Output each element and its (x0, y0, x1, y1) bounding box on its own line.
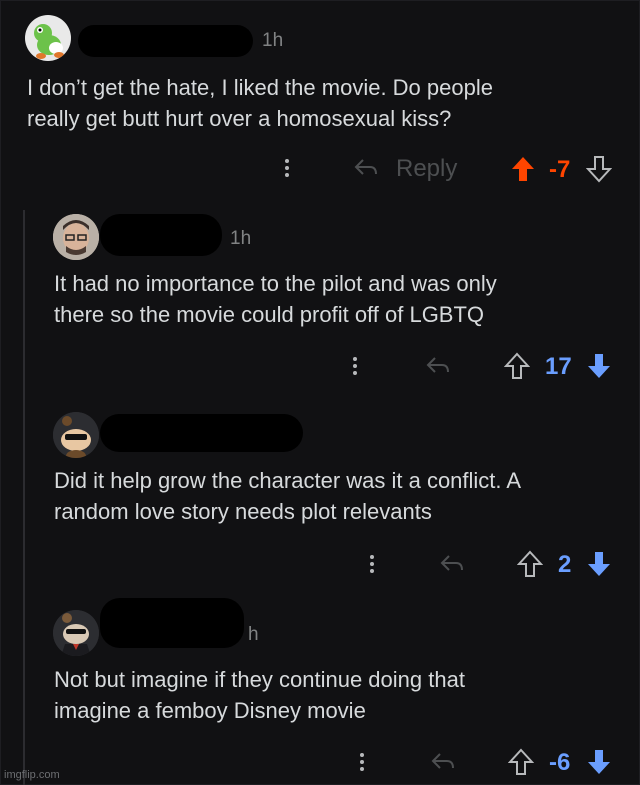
comment-body: Not but imagine if they continue doing t… (54, 667, 465, 723)
comment-body: I don’t get the hate, I liked the movie.… (27, 75, 493, 131)
imgflip-watermark: imgflip.com (4, 769, 60, 781)
redacted-username (100, 214, 222, 256)
more-options-icon[interactable] (359, 747, 365, 777)
downvote-arrow-icon[interactable] (586, 352, 612, 380)
upvote-arrow-icon[interactable] (517, 550, 543, 578)
reply-icon[interactable] (352, 156, 380, 180)
upvote-arrow-icon[interactable] (508, 748, 534, 776)
downvote-arrow-icon[interactable] (586, 748, 612, 776)
comment-timestamp: 1h (230, 228, 252, 249)
snoo-suit-avatar-icon[interactable] (53, 610, 99, 656)
redacted-username (78, 25, 253, 57)
redacted-username (100, 598, 244, 648)
redacted-username (100, 414, 303, 452)
user-photo-avatar-icon[interactable] (53, 214, 99, 260)
comment-1: 1h I don’t get the hate, I liked the mov… (0, 0, 640, 200)
comment-body: Did it help grow the character was it a … (54, 468, 522, 524)
comment-3: Did it help grow the character was it a … (0, 400, 640, 600)
downvote-arrow-icon[interactable] (586, 155, 612, 183)
comment-2: 1h It had no importance to the pilot and… (0, 200, 640, 400)
vote-score: -6 (549, 749, 571, 776)
reply-button[interactable]: Reply (396, 155, 457, 183)
vote-score: 17 (545, 353, 572, 380)
comment-actions: Reply -7 (0, 153, 640, 183)
comment-body: It had no importance to the pilot and wa… (54, 271, 497, 327)
upvote-arrow-icon[interactable] (510, 155, 536, 183)
more-options-icon[interactable] (352, 351, 358, 381)
reply-icon[interactable] (424, 354, 452, 378)
comment-4: h Not but imagine if they continue doing… (0, 598, 640, 785)
reply-icon[interactable] (438, 552, 466, 576)
more-options-icon[interactable] (284, 153, 290, 183)
vote-score: 2 (558, 551, 572, 578)
comment-actions: 2 (0, 549, 640, 579)
comment-actions: 17 (0, 351, 640, 381)
downvote-arrow-icon[interactable] (586, 550, 612, 578)
yoshi-avatar-icon[interactable] (25, 15, 71, 61)
reply-icon[interactable] (429, 750, 457, 774)
comment-timestamp: 1h (262, 30, 284, 51)
upvote-arrow-icon[interactable] (504, 352, 530, 380)
more-options-icon[interactable] (369, 549, 375, 579)
comment-timestamp: h (248, 624, 259, 645)
snoo-sunglasses-avatar-icon[interactable] (53, 412, 99, 458)
comment-actions: -6 (0, 747, 640, 777)
vote-score: -7 (549, 156, 571, 183)
